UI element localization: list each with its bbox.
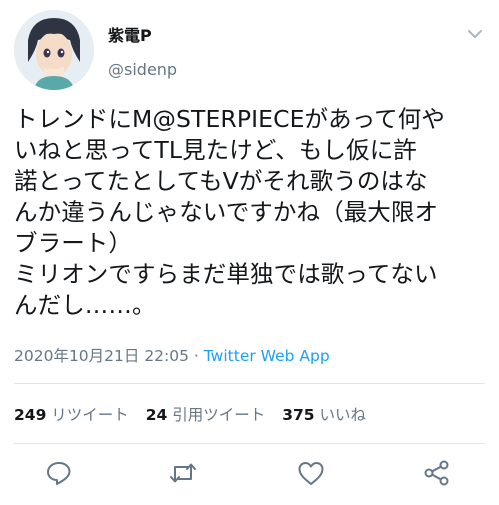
tweet-text-line: んか違うんじゃないですかね（最大限オ bbox=[14, 198, 439, 226]
quotes-label: 引用ツイート bbox=[172, 406, 266, 424]
share-button[interactable] bbox=[422, 458, 452, 488]
tweet-text-line: 諾とってたとしてもVがそれ歌うのはな bbox=[14, 167, 428, 195]
like-button[interactable] bbox=[296, 458, 326, 488]
retweet-button[interactable] bbox=[168, 458, 198, 488]
tweet-meta: 2020年10月21日 22:05 · Twitter Web App bbox=[14, 344, 330, 366]
anime-character-avatar-icon bbox=[14, 10, 94, 90]
reply-button[interactable] bbox=[44, 458, 74, 488]
retweets-stat[interactable]: 249 リツイート bbox=[14, 406, 129, 424]
tweet-text-line: んだし……。 bbox=[14, 291, 156, 319]
chevron-down-icon bbox=[468, 30, 482, 38]
likes-count: 375 bbox=[282, 406, 315, 424]
retweets-label: リツイート bbox=[51, 406, 129, 424]
timestamp[interactable]: 2020年10月21日 22:05 bbox=[14, 347, 189, 365]
divider bbox=[14, 383, 485, 384]
retweets-count: 249 bbox=[14, 406, 47, 424]
share-icon bbox=[424, 460, 449, 486]
action-bar bbox=[0, 458, 499, 494]
display-name[interactable]: 紫電P bbox=[108, 22, 152, 46]
quotes-count: 24 bbox=[145, 406, 168, 424]
quotes-stat[interactable]: 24 引用ツイート bbox=[146, 406, 266, 424]
username-handle[interactable]: @sidenp bbox=[108, 60, 177, 79]
meta-separator: · bbox=[189, 347, 204, 365]
tweet-text-line: ミリオンですらまだ単独では歌ってない bbox=[14, 260, 438, 288]
avatar[interactable] bbox=[14, 10, 94, 90]
more-options-chevron[interactable] bbox=[466, 26, 484, 40]
tweet-text-line: ブラート） bbox=[14, 229, 132, 257]
likes-label: いいね bbox=[319, 406, 367, 424]
tweet-text-line: トレンドにM@STERPIECEがあって何や bbox=[14, 105, 445, 133]
tweet-text-line: いねと思ってTL見たけど、もし仮に許 bbox=[14, 136, 417, 164]
like-icon bbox=[298, 462, 324, 485]
reply-icon bbox=[47, 462, 71, 485]
likes-stat[interactable]: 375 いいね bbox=[282, 406, 366, 424]
retweet-icon bbox=[170, 463, 196, 483]
engagement-stats: 249 リツイート 24 引用ツイート 375 いいね bbox=[14, 403, 378, 425]
divider bbox=[14, 443, 485, 444]
tweet-text: トレンドにM@STERPIECEがあって何や いねと思ってTL見たけど、もし仮に… bbox=[14, 104, 492, 321]
source-app-link[interactable]: Twitter Web App bbox=[204, 347, 330, 365]
